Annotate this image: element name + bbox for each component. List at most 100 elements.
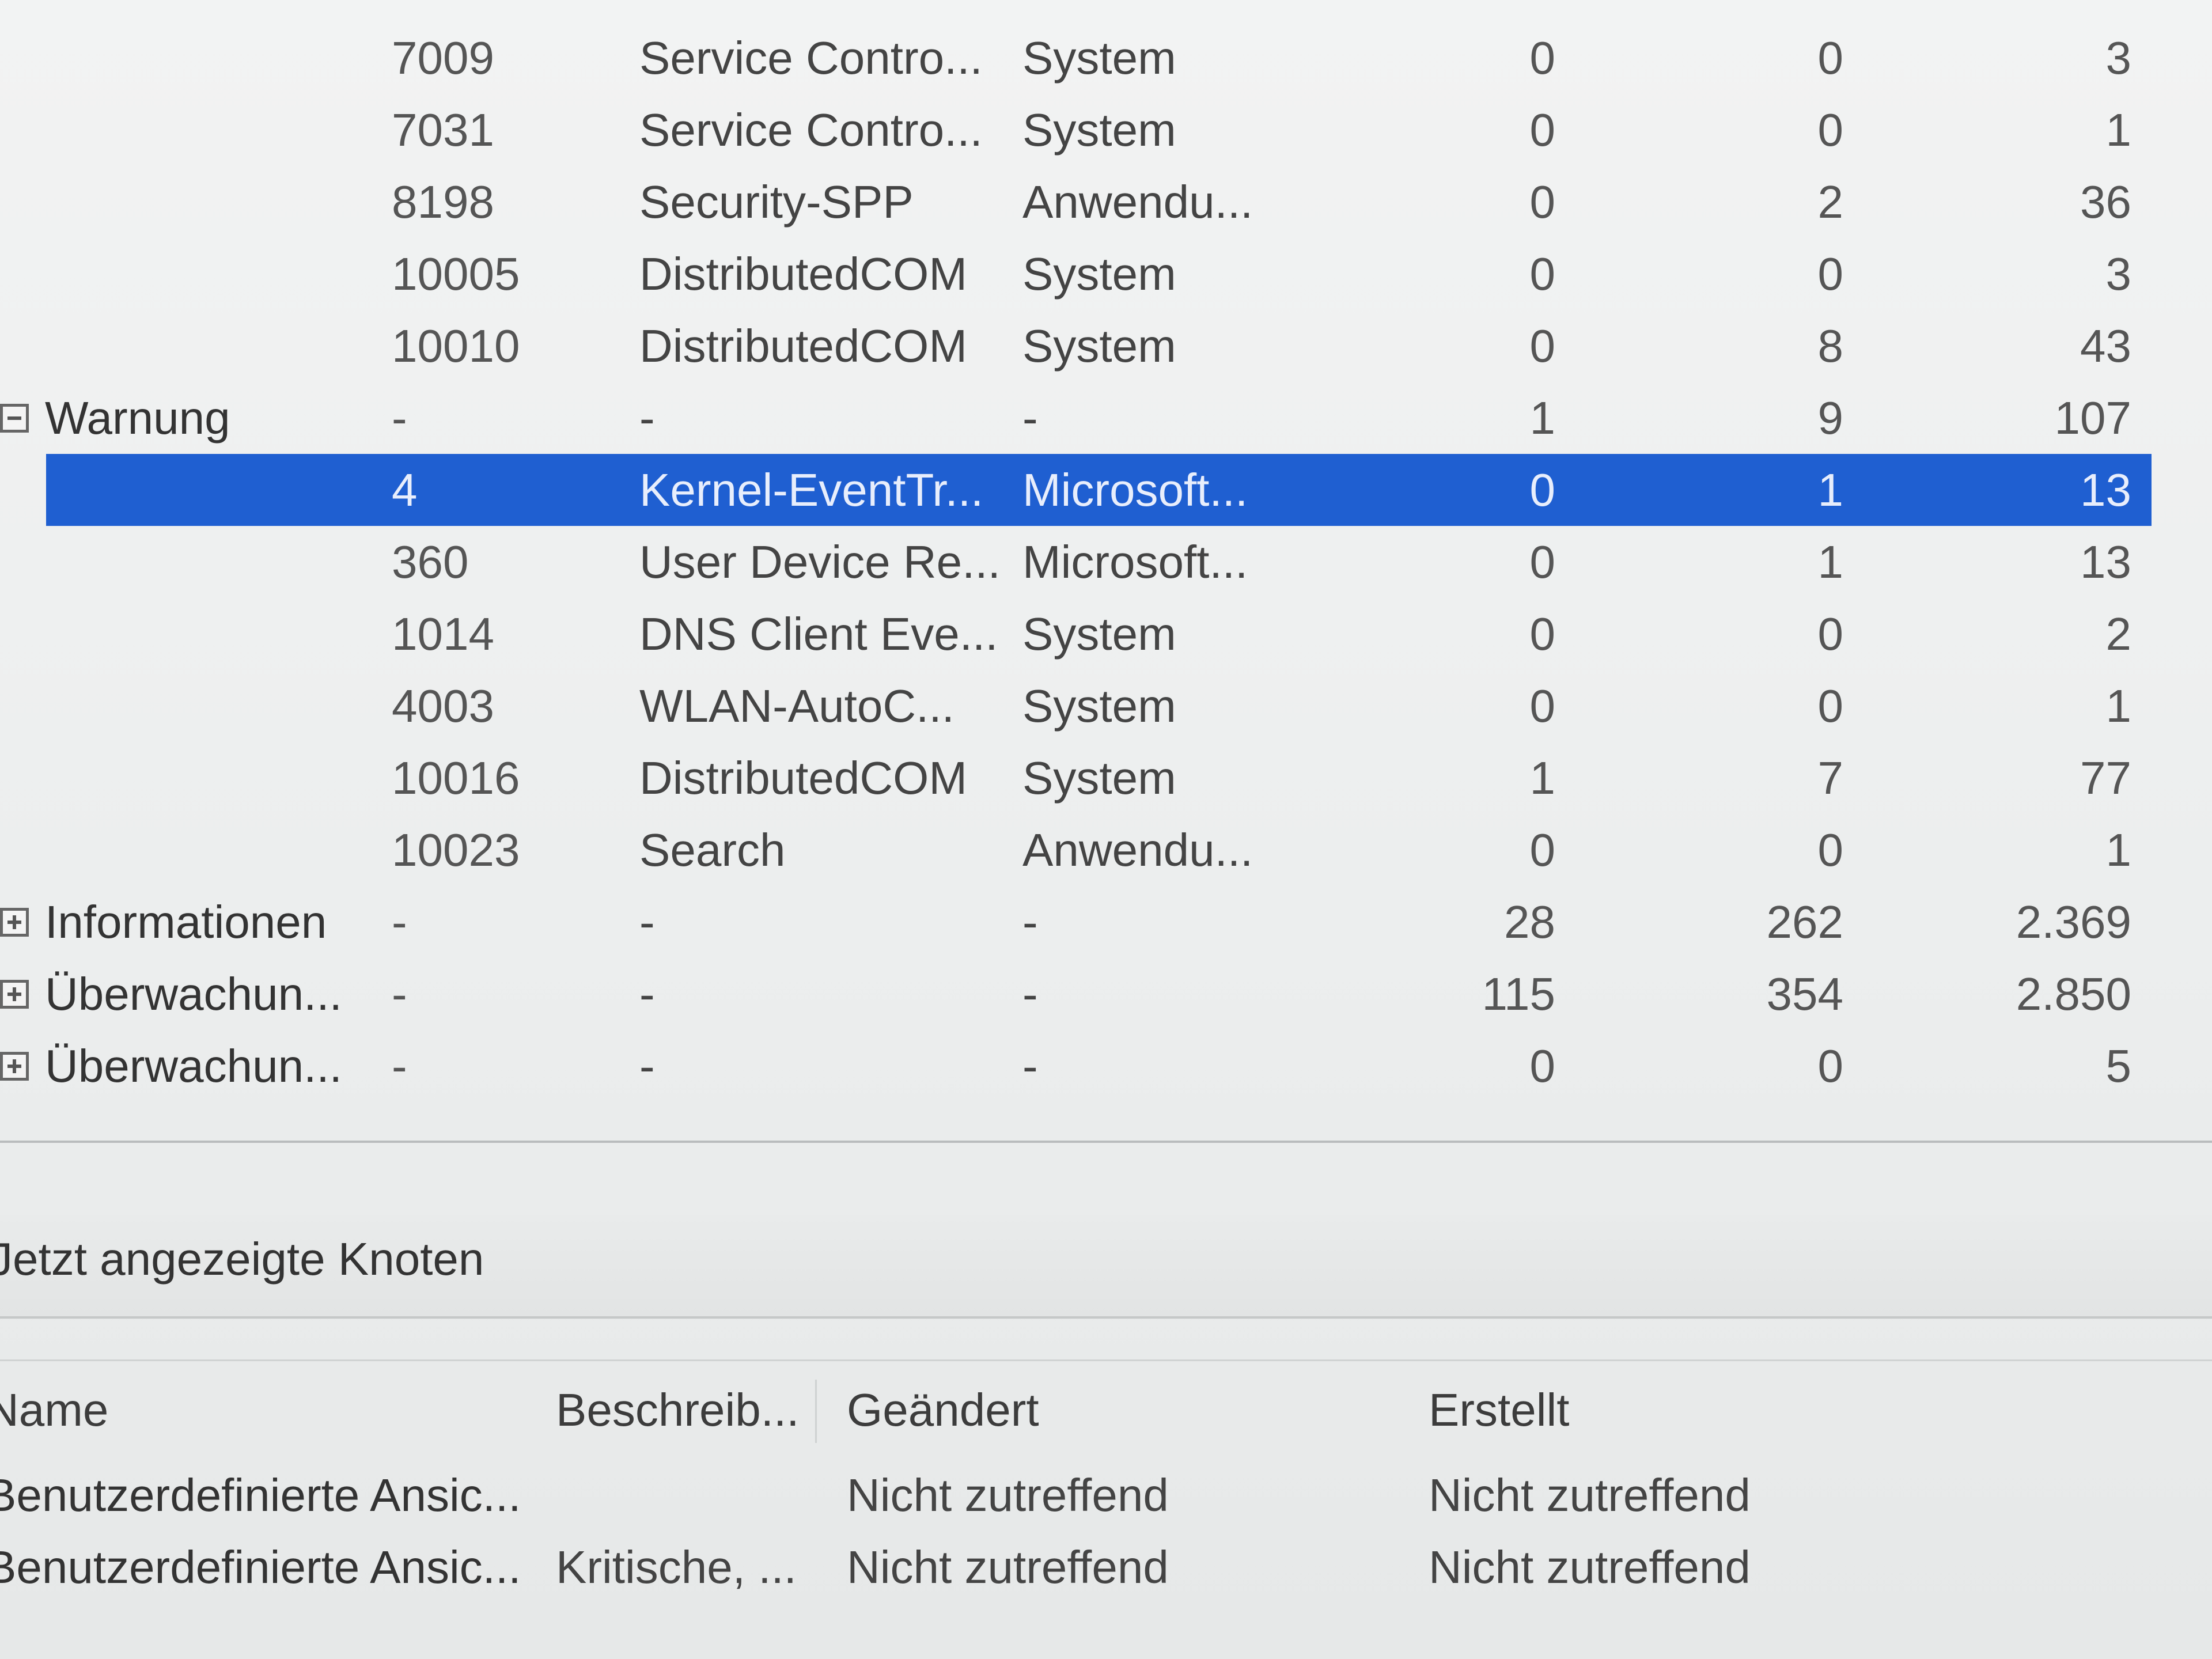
count-1: 0 bbox=[1529, 536, 1556, 588]
event-source: DNS Client Eve... bbox=[639, 608, 998, 660]
group-label: Warnung bbox=[0, 382, 380, 454]
list-item[interactable]: Benutzerdefinierte Ansic... Nicht zutref… bbox=[0, 1459, 2212, 1531]
event-id: 10005 bbox=[392, 248, 520, 300]
count-1: 1 bbox=[1529, 392, 1556, 444]
event-source: - bbox=[639, 968, 655, 1020]
event-log: - bbox=[1022, 1040, 1038, 1092]
count-1: 115 bbox=[1482, 968, 1555, 1020]
event-source: WLAN-AutoC... bbox=[639, 680, 955, 732]
node-created: Nicht zutreffend bbox=[1429, 1469, 1751, 1521]
event-log: Microsoft... bbox=[1022, 464, 1248, 516]
count-3: 36 bbox=[2080, 176, 2131, 228]
column-header-description[interactable]: Beschreib... bbox=[556, 1374, 798, 1446]
event-source: DistributedCOM bbox=[639, 320, 968, 372]
event-log: Anwendu... bbox=[1022, 824, 1253, 876]
group-label-text: Überwachun... bbox=[45, 1040, 342, 1092]
count-3: 13 bbox=[2080, 536, 2131, 588]
count-3: 1 bbox=[2105, 824, 2132, 876]
event-id: 10016 bbox=[392, 752, 520, 804]
event-source: - bbox=[639, 1040, 655, 1092]
count-1: 0 bbox=[1529, 32, 1556, 84]
count-2: 262 bbox=[1766, 896, 1843, 948]
expand-icon[interactable] bbox=[0, 907, 29, 937]
event-id: 7009 bbox=[392, 32, 494, 84]
count-2: 7 bbox=[1817, 752, 1844, 804]
event-log: System bbox=[1022, 32, 1176, 84]
table-row[interactable]: 7031 Service Contro... System 0 0 1 bbox=[0, 94, 2212, 166]
event-id: 360 bbox=[392, 536, 469, 588]
table-row-selected[interactable]: 4 Kernel-EventTr... Microsoft... 0 1 13 bbox=[0, 454, 2212, 526]
count-3: 43 bbox=[2080, 320, 2131, 372]
section-divider bbox=[0, 1359, 2212, 1361]
table-row[interactable]: 10023 Search Anwendu... 0 0 1 bbox=[0, 814, 2212, 886]
table-row[interactable]: 8198 Security-SPP Anwendu... 0 2 36 bbox=[0, 166, 2212, 238]
count-2: 1 bbox=[1817, 464, 1844, 516]
table-row[interactable]: 10005 DistributedCOM System 0 0 3 bbox=[0, 238, 2212, 310]
event-log: System bbox=[1022, 320, 1176, 372]
event-source: User Device Re... bbox=[639, 536, 1001, 588]
count-1: 0 bbox=[1529, 1040, 1556, 1092]
event-source: - bbox=[639, 392, 655, 444]
count-1: 0 bbox=[1529, 248, 1556, 300]
node-modified: Nicht zutreffend bbox=[847, 1541, 1169, 1593]
count-2: 0 bbox=[1817, 104, 1844, 156]
expand-icon[interactable] bbox=[0, 1051, 29, 1081]
event-source: Kernel-EventTr... bbox=[639, 464, 984, 516]
count-1: 0 bbox=[1529, 104, 1556, 156]
count-2: 0 bbox=[1817, 824, 1844, 876]
event-log: Anwendu... bbox=[1022, 176, 1253, 228]
column-header-created[interactable]: Erstellt bbox=[1429, 1374, 1947, 1446]
count-3: 3 bbox=[2105, 32, 2132, 84]
table-row[interactable]: 10016 DistributedCOM System 1 7 77 bbox=[0, 742, 2212, 814]
event-id: 7031 bbox=[392, 104, 494, 156]
pane-divider bbox=[0, 1141, 2212, 1143]
group-row-audit-success[interactable]: Überwachun... - - - 115 354 2.850 bbox=[0, 958, 2212, 1030]
event-log: System bbox=[1022, 680, 1176, 732]
node-modified: Nicht zutreffend bbox=[847, 1469, 1169, 1521]
count-2: 8 bbox=[1817, 320, 1844, 372]
count-3: 13 bbox=[2080, 464, 2131, 516]
event-log: System bbox=[1022, 248, 1176, 300]
event-id: 4003 bbox=[392, 680, 494, 732]
event-id: 1014 bbox=[392, 608, 494, 660]
count-3: 2 bbox=[2105, 608, 2132, 660]
event-id: - bbox=[392, 1040, 407, 1092]
event-log: - bbox=[1022, 968, 1038, 1020]
expand-icon[interactable] bbox=[0, 979, 29, 1009]
node-created: Nicht zutreffend bbox=[1429, 1541, 1751, 1593]
group-row-warning[interactable]: Warnung - - - 1 9 107 bbox=[0, 382, 2212, 454]
event-log: System bbox=[1022, 104, 1176, 156]
event-source: DistributedCOM bbox=[639, 248, 968, 300]
event-log: - bbox=[1022, 392, 1038, 444]
count-1: 0 bbox=[1529, 608, 1556, 660]
group-label: Überwachun... bbox=[0, 1030, 380, 1102]
count-3: 5 bbox=[2105, 1040, 2132, 1092]
column-header-name[interactable]: Name bbox=[0, 1374, 521, 1446]
node-name: Benutzerdefinierte Ansic... bbox=[0, 1469, 521, 1521]
table-row[interactable]: 360 User Device Re... Microsoft... 0 1 1… bbox=[0, 526, 2212, 598]
group-row-audit-failure[interactable]: Überwachun... - - - 0 0 5 bbox=[0, 1030, 2212, 1102]
table-row[interactable]: 10010 DistributedCOM System 0 8 43 bbox=[0, 310, 2212, 382]
count-1: 1 bbox=[1529, 752, 1556, 804]
event-id: - bbox=[392, 392, 407, 444]
group-label-text: Warnung bbox=[45, 392, 230, 444]
table-row[interactable]: 1014 DNS Client Eve... System 0 0 2 bbox=[0, 598, 2212, 670]
event-id: 8198 bbox=[392, 176, 494, 228]
node-description: Kritische, ... bbox=[556, 1541, 797, 1593]
collapse-icon[interactable] bbox=[0, 403, 29, 433]
count-3: 2.850 bbox=[2016, 968, 2131, 1020]
column-header-modified[interactable]: Geändert bbox=[847, 1374, 1365, 1446]
count-1: 0 bbox=[1529, 464, 1556, 516]
table-row[interactable]: 4003 WLAN-AutoC... System 0 0 1 bbox=[0, 670, 2212, 742]
group-row-information[interactable]: Informationen - - - 28 262 2.369 bbox=[0, 886, 2212, 958]
group-label: Informationen bbox=[0, 886, 380, 958]
count-2: 0 bbox=[1817, 680, 1844, 732]
count-2: 9 bbox=[1817, 392, 1844, 444]
table-row[interactable]: 7009 Service Contro... System 0 0 3 bbox=[0, 22, 2212, 94]
count-2: 2 bbox=[1817, 176, 1844, 228]
count-3: 1 bbox=[2105, 680, 2132, 732]
count-1: 0 bbox=[1529, 680, 1556, 732]
list-item[interactable]: Benutzerdefinierte Ansic... Kritische, .… bbox=[0, 1531, 2212, 1603]
node-name: Benutzerdefinierte Ansic... bbox=[0, 1541, 521, 1593]
count-1: 0 bbox=[1529, 320, 1556, 372]
